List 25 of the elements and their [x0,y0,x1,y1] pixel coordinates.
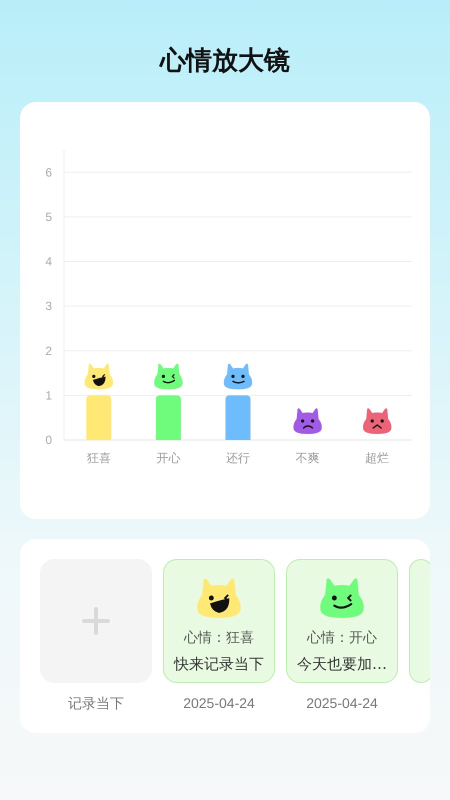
plus-icon [81,606,111,636]
category-label: 还行 [226,451,250,465]
category-label: 不爽 [296,451,320,465]
note-text: 今天也要加… [297,654,387,675]
axis-tick-label: 4 [45,254,52,269]
record-date: 2025-04-24 [183,694,255,713]
axis-tick-label: 5 [45,210,52,224]
axis-tick-label: 3 [45,299,52,314]
axis-tick-label: 6 [45,165,52,180]
category-label: 超烂 [365,451,390,465]
category-label: 开心 [156,451,180,465]
record-card[interactable]: 心情：开心 今天也要加… [286,559,398,683]
axis-tick-label: 1 [45,388,52,402]
record-date: 2025-04-24 [306,694,378,713]
axis-tick-label: 2 [45,344,52,358]
add-record-label: 记录当下 [68,694,124,713]
record-card[interactable] [409,559,430,683]
axis-tick-label: 0 [45,433,52,447]
record-card[interactable]: 心情：狂喜 快来记录当下 [163,559,275,683]
mood-text: 心情：狂喜 [184,629,254,648]
add-record-button[interactable] [40,559,152,683]
category-label: 狂喜 [86,451,111,465]
page-title: 心情放大镜 [158,45,291,78]
note-text: 快来记录当下 [174,654,264,675]
mood-text: 心情：开心 [307,629,377,648]
